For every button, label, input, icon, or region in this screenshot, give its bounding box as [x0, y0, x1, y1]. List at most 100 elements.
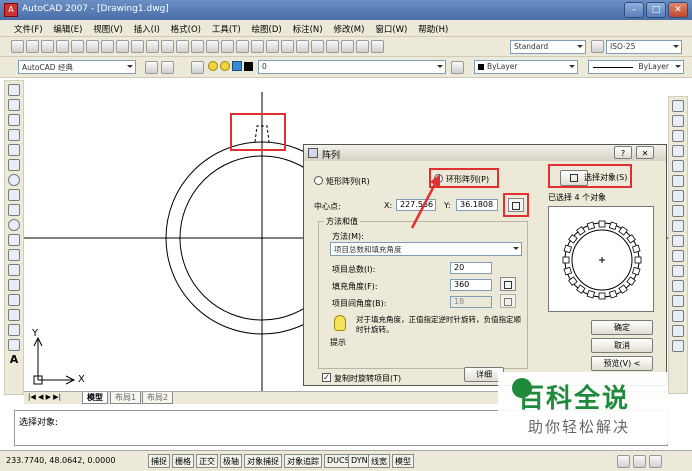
menu-edit[interactable]: 编辑(E) [49, 20, 86, 35]
insert-block-icon[interactable] [8, 249, 20, 261]
fillet-icon[interactable] [672, 325, 684, 337]
rotate-items-checkbox[interactable]: ✓ [322, 373, 331, 382]
text-style-icon[interactable] [371, 40, 384, 53]
menu-modify[interactable]: 修改(M) [329, 20, 368, 35]
table-icon[interactable] [8, 339, 20, 351]
dialog-help-button[interactable]: ? [614, 146, 632, 159]
lock-icon[interactable] [617, 455, 630, 468]
autocad-app-icon[interactable]: A [4, 3, 18, 17]
preview-icon[interactable] [71, 40, 84, 53]
linetype-select[interactable]: ByLayer [588, 60, 684, 74]
offset-icon[interactable] [672, 145, 684, 157]
tab-layout1[interactable]: 布局1 [110, 392, 142, 404]
sheet-set-icon[interactable] [311, 40, 324, 53]
spline-icon[interactable] [8, 204, 20, 216]
move-icon[interactable] [672, 175, 684, 187]
join-icon[interactable] [672, 295, 684, 307]
cut-icon[interactable] [101, 40, 114, 53]
workspace-settings-icon[interactable] [145, 61, 158, 74]
line-icon[interactable] [8, 84, 20, 96]
erase-icon[interactable] [672, 100, 684, 112]
menu-insert[interactable]: 插入(I) [130, 20, 164, 35]
pan-icon[interactable] [206, 40, 219, 53]
polygon-icon[interactable] [8, 129, 20, 141]
break-icon[interactable] [672, 280, 684, 292]
zoom-previous-icon[interactable] [251, 40, 264, 53]
stretch-icon[interactable] [672, 220, 684, 232]
polyline-icon[interactable] [8, 114, 20, 126]
make-current-layer-icon[interactable] [451, 61, 464, 74]
rect-array-radio[interactable] [314, 176, 323, 185]
workspace-select[interactable]: AutoCAD 经典 [18, 60, 136, 74]
match-properties-icon[interactable] [146, 40, 159, 53]
markup-icon[interactable] [326, 40, 339, 53]
pick-fill-angle-button[interactable] [500, 277, 516, 291]
minimize-button[interactable]: – [624, 2, 644, 18]
menu-tools[interactable]: 工具(T) [208, 20, 245, 35]
point-icon[interactable] [8, 279, 20, 291]
toggle-otrack[interactable]: 对象追踪 [284, 454, 322, 468]
design-center-icon[interactable] [281, 40, 294, 53]
calculator-icon[interactable] [341, 40, 354, 53]
scale-icon[interactable] [672, 205, 684, 217]
toggle-snap[interactable]: 捕捉 [148, 454, 170, 468]
save-icon[interactable] [41, 40, 54, 53]
close-button[interactable]: ✕ [668, 2, 688, 18]
cancel-button[interactable]: 取消 [591, 338, 653, 353]
zoom-window-icon[interactable] [236, 40, 249, 53]
help-icon[interactable] [356, 40, 369, 53]
fill-angle-input[interactable]: 360 [450, 279, 492, 291]
break-at-point-icon[interactable] [672, 265, 684, 277]
toggle-grid[interactable]: 栅格 [172, 454, 194, 468]
tab-layout2[interactable]: 布局2 [142, 392, 174, 404]
undo-icon[interactable] [176, 40, 189, 53]
open-icon[interactable] [26, 40, 39, 53]
dim-style-select[interactable]: ISO-25 [606, 40, 682, 54]
preview-button[interactable]: 预览(V) < [591, 356, 653, 371]
circle-icon[interactable] [8, 174, 20, 186]
center-y-input[interactable]: 36.1808 [456, 199, 498, 211]
hatch-icon[interactable] [8, 294, 20, 306]
menu-file[interactable]: 文件(F) [0, 20, 47, 35]
dialog-close-button[interactable]: ✕ [636, 146, 654, 159]
clean-screen-icon[interactable] [649, 455, 662, 468]
paste-icon[interactable] [131, 40, 144, 53]
text-style-select[interactable]: Standard [510, 40, 586, 54]
dim-style-icon[interactable] [591, 40, 604, 53]
menu-view[interactable]: 视图(V) [89, 20, 126, 35]
redo-icon[interactable] [191, 40, 204, 53]
trim-icon[interactable] [672, 235, 684, 247]
method-select[interactable]: 项目总数和填充角度 [330, 242, 522, 256]
ellipse-icon[interactable] [8, 219, 20, 231]
construction-line-icon[interactable] [8, 99, 20, 111]
chamfer-icon[interactable] [672, 310, 684, 322]
menu-draw[interactable]: 绘图(D) [248, 20, 286, 35]
communication-center-icon[interactable] [633, 455, 646, 468]
maximize-button[interactable]: □ [646, 2, 666, 18]
make-block-icon[interactable] [8, 264, 20, 276]
new-icon[interactable] [11, 40, 24, 53]
toggle-ortho[interactable]: 正交 [196, 454, 218, 468]
tab-nav-arrows-icon[interactable]: |◀ ◀ ▶ ▶| [28, 393, 61, 401]
publish-icon[interactable] [86, 40, 99, 53]
workspace-save-icon[interactable] [161, 61, 174, 74]
multiline-text-icon[interactable]: A [8, 354, 20, 366]
gradient-icon[interactable] [8, 309, 20, 321]
ok-button[interactable]: 确定 [591, 320, 653, 335]
toggle-model[interactable]: 模型 [392, 454, 414, 468]
copy-icon[interactable] [116, 40, 129, 53]
array-icon[interactable] [672, 160, 684, 172]
zoom-realtime-icon[interactable] [221, 40, 234, 53]
menu-window[interactable]: 窗口(W) [371, 20, 411, 35]
total-items-input[interactable]: 20 [450, 262, 492, 274]
toggle-lineweight[interactable]: 线宽 [368, 454, 390, 468]
layer-manager-icon[interactable] [191, 61, 204, 74]
print-icon[interactable] [56, 40, 69, 53]
arc-icon[interactable] [8, 159, 20, 171]
copy-object-icon[interactable] [672, 115, 684, 127]
extend-icon[interactable] [672, 250, 684, 262]
block-editor-icon[interactable] [161, 40, 174, 53]
region-icon[interactable] [8, 324, 20, 336]
tab-model[interactable]: 模型 [82, 392, 108, 404]
rectangle-icon[interactable] [8, 144, 20, 156]
